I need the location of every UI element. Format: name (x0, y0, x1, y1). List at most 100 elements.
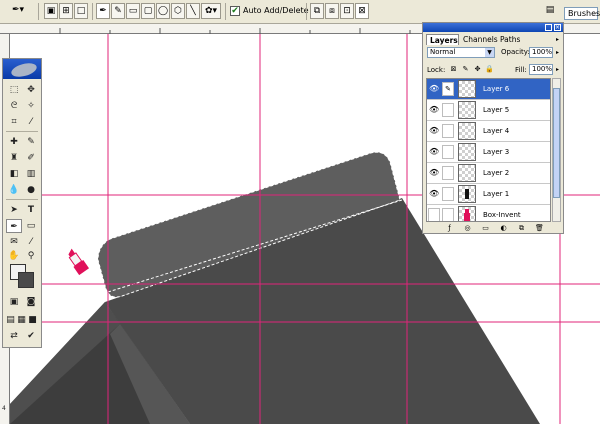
scrollbar-thumb[interactable] (553, 88, 560, 198)
eye-icon[interactable]: 👁 (429, 189, 439, 199)
clone-stamp-tool-icon[interactable]: ♜ (6, 151, 22, 165)
full-screen-menu-mode-icon[interactable]: ▦ (16, 313, 27, 327)
feather-icon (11, 63, 37, 77)
paths-mode-icon[interactable]: ⊞ (59, 3, 73, 19)
layer-row[interactable]: 👁 Layer 2 (427, 163, 550, 184)
path-intersect-icon[interactable]: ⊡ (340, 3, 354, 19)
line-icon[interactable]: ╲ (186, 3, 200, 19)
layer-row[interactable]: 👁 Layer 4 (427, 121, 550, 142)
layer-style-icon[interactable]: ƒ (445, 224, 454, 232)
brushes-palette-tab[interactable]: Brushes (564, 7, 600, 20)
tab-paths[interactable]: Paths (497, 34, 525, 45)
quick-mask-off-icon[interactable]: ▣ (6, 295, 22, 309)
slice-tool-icon[interactable]: ⁄ (23, 115, 39, 129)
magic-wand-tool-icon[interactable]: ✧ (23, 99, 39, 113)
layer-name: Layer 2 (483, 169, 510, 177)
layer-row[interactable]: 👁 Layer 1 (427, 184, 550, 205)
layer-row[interactable]: 👁 Layer 3 (427, 142, 550, 163)
dodge-tool-icon[interactable]: ● (23, 183, 39, 197)
imageready-icon[interactable]: ✔ (23, 329, 39, 343)
adjustment-layer-icon[interactable]: ◐ (499, 224, 508, 232)
brush-tool-icon[interactable]: ✎ (23, 135, 39, 149)
auto-add-delete-checkbox[interactable]: ✔ (230, 6, 240, 16)
pen-icon[interactable]: ✒ (96, 3, 110, 19)
path-exclude-icon[interactable]: ⊠ (355, 3, 369, 19)
eye-icon[interactable]: 👁 (429, 84, 439, 94)
brush-icon[interactable]: ✎ (442, 82, 454, 96)
link-box[interactable] (442, 166, 454, 180)
opacity-field[interactable]: 100% (529, 47, 553, 58)
fill-slider-arrow-icon[interactable]: ▸ (554, 64, 561, 75)
divider (225, 3, 226, 20)
opacity-slider-arrow-icon[interactable]: ▸ (554, 47, 561, 58)
hand-tool-icon[interactable]: ✋ (6, 249, 22, 263)
eye-icon[interactable]: 👁 (429, 147, 439, 157)
custom-shape-icon[interactable]: ✿▾ (201, 3, 221, 19)
lock-image-icon[interactable]: ✎ (461, 65, 470, 74)
layer-mask-icon[interactable]: ◎ (463, 224, 472, 232)
new-set-icon[interactable]: ▭ (481, 224, 490, 232)
layer-row[interactable]: 👁 Layer 5 (427, 100, 550, 121)
eyedropper-tool-icon[interactable]: ⁄ (23, 235, 39, 249)
tab-channels[interactable]: Channels (460, 34, 498, 45)
layer-row[interactable]: Box-Invent (427, 205, 550, 221)
lock-position-icon[interactable]: ✥ (473, 65, 482, 74)
eye-icon[interactable]: 👁 (429, 105, 439, 115)
link-box[interactable] (442, 103, 454, 117)
lock-all-icon[interactable]: 🔒 (485, 65, 494, 74)
rectangle-icon[interactable]: ▭ (126, 3, 140, 19)
panel-titlebar[interactable]: _ × (423, 23, 563, 32)
history-brush-tool-icon[interactable]: ✐ (23, 151, 39, 165)
marquee-tool-icon[interactable]: ⬚ (6, 83, 22, 97)
panel-menu-arrow-icon[interactable]: ▸ (554, 34, 561, 45)
healing-brush-tool-icon[interactable]: ✚ (6, 135, 22, 149)
close-icon[interactable]: × (554, 24, 561, 31)
crop-tool-icon[interactable]: ⌗ (6, 115, 22, 129)
fill-pixels-mode-icon[interactable]: □ (74, 3, 88, 19)
eraser-tool-icon[interactable]: ◧ (6, 167, 22, 181)
link-box[interactable] (442, 124, 454, 138)
quick-mask-on-icon[interactable]: ◙ (23, 295, 39, 309)
layer-name: Layer 6 (483, 85, 510, 93)
polygon-icon[interactable]: ⬡ (171, 3, 185, 19)
fill-field[interactable]: 100% (529, 64, 553, 75)
lock-transparent-icon[interactable]: ⊠ (449, 65, 458, 74)
freeform-pen-icon[interactable]: ✎ (111, 3, 125, 19)
eye-icon[interactable]: 👁 (429, 168, 439, 178)
link-box[interactable] (442, 187, 454, 201)
layer-row[interactable]: 👁 ✎ Layer 6 (427, 79, 550, 100)
type-tool-icon[interactable]: T (23, 203, 39, 217)
full-screen-mode-icon[interactable]: ■ (27, 313, 38, 327)
jump-to-imageready-icon[interactable]: ⇄ (6, 329, 22, 343)
path-add-icon[interactable]: ⧉ (310, 3, 324, 19)
lasso-tool-icon[interactable]: ᘓ (6, 99, 22, 113)
ellipse-icon[interactable]: ◯ (156, 3, 170, 19)
link-box[interactable] (442, 208, 454, 221)
pen-tool-preset-icon[interactable]: ✒▾ (4, 3, 32, 19)
path-subtract-icon[interactable]: ⧈ (325, 3, 339, 19)
path-selection-tool-icon[interactable]: ➤ (6, 203, 22, 217)
shape-layers-mode-icon[interactable]: ▣ (44, 3, 58, 19)
minimize-icon[interactable]: _ (545, 24, 552, 31)
layer-list-scrollbar[interactable] (552, 78, 561, 222)
new-layer-icon[interactable]: ⧉ (517, 224, 526, 232)
blur-tool-icon[interactable]: 💧 (6, 183, 22, 197)
tab-layers[interactable]: Layers (426, 34, 459, 45)
notes-tool-icon[interactable]: ✉ (6, 235, 22, 249)
blend-mode-select[interactable]: Normal ▼ (427, 47, 495, 58)
divider (38, 3, 39, 20)
eye-icon[interactable]: 👁 (429, 126, 439, 136)
rounded-rectangle-icon[interactable]: ▢ (141, 3, 155, 19)
shape-tool-icon[interactable]: ▭ (23, 219, 39, 233)
standard-screen-mode-icon[interactable]: ▤ (5, 313, 16, 327)
toolbox-header[interactable] (3, 59, 41, 79)
pen-tool-icon[interactable]: ✒ (6, 219, 22, 233)
move-tool-icon[interactable]: ✥ (23, 83, 39, 97)
background-color-swatch[interactable] (18, 272, 34, 288)
gradient-tool-icon[interactable]: ▥ (23, 167, 39, 181)
file-browser-icon[interactable]: ▤ (542, 3, 558, 19)
trash-icon[interactable]: 🗑 (535, 224, 544, 232)
visibility-box[interactable] (428, 208, 440, 221)
link-box[interactable] (442, 145, 454, 159)
zoom-tool-icon[interactable]: ⚲ (23, 249, 39, 263)
